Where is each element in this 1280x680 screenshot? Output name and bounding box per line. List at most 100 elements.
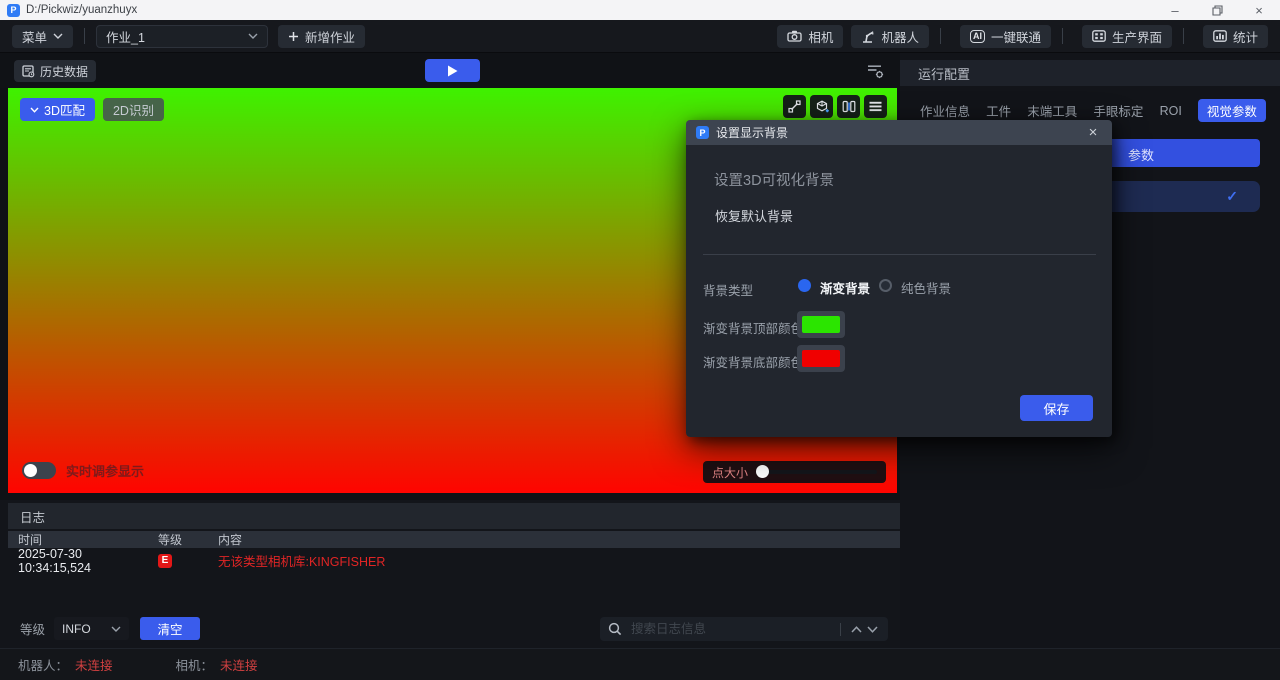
dialog-body: 设置3D可视化背景 恢复默认背景 背景类型 渐变背景 纯色背景 渐变背景顶部颜色… — [686, 145, 1112, 437]
chevron-up-icon — [851, 626, 862, 633]
menu-lines-icon — [869, 101, 882, 112]
point-size-control: 点大小 — [703, 461, 886, 483]
search-next-button[interactable] — [864, 621, 880, 637]
chevron-down-icon — [111, 626, 121, 632]
chevron-down-icon — [867, 626, 878, 633]
slider-knob[interactable] — [756, 465, 769, 478]
save-button[interactable]: 保存 — [1020, 395, 1093, 421]
realtime-toggle[interactable] — [22, 462, 56, 479]
log-column-header: 时间 等级 内容 — [8, 531, 900, 548]
col-header-time: 时间 — [8, 531, 158, 548]
gradient-bottom-color-picker[interactable] — [797, 345, 845, 372]
tab-vision-params[interactable]: 视觉参数 — [1198, 99, 1266, 122]
tab-roi[interactable]: ROI — [1160, 104, 1182, 118]
pointcloud-add-button[interactable] — [810, 95, 833, 118]
menu-label: 菜单 — [22, 27, 47, 46]
window-controls: – × — [1154, 0, 1280, 20]
toolbar-divider — [1183, 28, 1184, 44]
search-prev-button[interactable] — [848, 621, 864, 637]
col-header-level: 等级 — [158, 531, 218, 548]
dialog-divider — [703, 254, 1096, 255]
chevron-down-icon — [53, 33, 63, 39]
log-row[interactable]: 2025-07-30 10:34:15,524 E 无该类型相机库:KINGFI… — [8, 550, 900, 571]
radio-gradient-label[interactable]: 渐变背景 — [820, 278, 870, 297]
tab-hand-eye-calibration[interactable]: 手眼标定 — [1093, 101, 1143, 120]
app-logo-icon: P — [7, 4, 20, 17]
close-icon[interactable]: × — [1238, 0, 1280, 20]
radio-gradient-bg[interactable] — [798, 279, 811, 292]
restore-default-button[interactable]: 恢复默认背景 — [715, 206, 793, 225]
window-titlebar: P D:/Pickwiz/yuanzhuyx – × — [0, 0, 1280, 20]
dialog-header[interactable]: P 设置显示背景 × — [686, 120, 1112, 145]
ai-connect-label: 一键联通 — [991, 27, 1041, 46]
level-label: 等级 — [20, 619, 45, 638]
robot-status-value: 未连接 — [75, 655, 113, 674]
config-tabs: 作业信息 工件 末端工具 手眼标定 ROI 视觉参数 — [920, 99, 1266, 122]
check-icon: ✓ — [1226, 188, 1238, 205]
run-button[interactable] — [425, 59, 480, 82]
robot-arm-icon — [861, 30, 875, 43]
run-config-title: 运行配置 — [918, 64, 970, 83]
gradient-top-color-picker[interactable] — [797, 311, 845, 338]
statistics-button[interactable]: 统计 — [1203, 25, 1268, 48]
menu-button[interactable]: 菜单 — [12, 25, 73, 48]
tab-2d-recognition[interactable]: 2D识别 — [103, 98, 164, 121]
viewport-topbar: 历史数据 — [0, 53, 900, 88]
point-size-label: 点大小 — [712, 464, 748, 481]
bg-type-label: 背景类型 — [703, 280, 753, 299]
add-job-button[interactable]: 新增作业 — [278, 25, 365, 48]
radio-solid-bg[interactable] — [879, 279, 892, 292]
robot-button[interactable]: 机器人 — [851, 25, 929, 48]
minimize-icon[interactable]: – — [1154, 0, 1196, 20]
chevron-down-icon — [248, 33, 258, 39]
list-settings-icon — [867, 64, 884, 79]
ai-icon: AI — [970, 30, 985, 43]
radio-solid-label[interactable]: 纯色背景 — [901, 278, 951, 297]
log-search-input[interactable] — [631, 622, 833, 636]
add-job-label: 新增作业 — [305, 27, 355, 46]
search-icon — [608, 622, 622, 636]
compare-icon — [842, 100, 856, 113]
job-select-value: 作业_1 — [106, 27, 145, 46]
params-button-label: 参数 — [1128, 145, 1154, 164]
tab-3d-match[interactable]: 3D匹配 — [20, 98, 95, 121]
toolbar-divider — [940, 28, 941, 44]
restore-icon[interactable] — [1196, 0, 1238, 20]
chevron-down-icon — [30, 107, 39, 113]
viewport-menu-button[interactable] — [864, 95, 887, 118]
ai-connect-button[interactable]: AI 一键联通 — [960, 25, 1051, 48]
tab-job-info[interactable]: 作业信息 — [920, 101, 970, 120]
log-search-box — [600, 617, 888, 641]
log-level-value: INFO — [62, 622, 91, 636]
tab-workpiece[interactable]: 工件 — [986, 101, 1011, 120]
viewport-tool-buttons — [783, 95, 887, 118]
job-select[interactable]: 作业_1 — [96, 25, 268, 48]
gradient-bottom-color-swatch — [802, 350, 840, 367]
log-level-select[interactable]: INFO — [54, 617, 129, 640]
clear-log-button[interactable]: 清空 — [140, 617, 200, 640]
history-data-button[interactable]: 历史数据 — [14, 60, 96, 82]
bar-chart-icon — [1213, 30, 1227, 42]
view-settings-button[interactable] — [862, 60, 888, 82]
plus-icon — [288, 31, 299, 42]
measure-icon — [788, 100, 801, 113]
log-message: 无该类型相机库:KINGFISHER — [218, 551, 900, 570]
toolbar-divider — [84, 28, 85, 44]
log-title-bar: 日志 — [8, 503, 900, 529]
production-ui-button[interactable]: 生产界面 — [1082, 25, 1172, 48]
close-icon[interactable]: × — [1084, 124, 1102, 142]
measure-tool-button[interactable] — [783, 95, 806, 118]
production-ui-label: 生产界面 — [1112, 27, 1162, 46]
tab-end-tool[interactable]: 末端工具 — [1027, 101, 1077, 120]
robot-status-label: 机器人： — [18, 655, 68, 674]
dialog-title: 设置显示背景 — [716, 124, 788, 141]
log-title: 日志 — [20, 507, 45, 526]
camera-button[interactable]: 相机 — [777, 25, 843, 48]
tab-2d-recognition-label: 2D识别 — [113, 100, 154, 119]
point-size-slider[interactable] — [756, 470, 877, 474]
status-bar: 机器人： 未连接 相机： 未连接 — [0, 648, 1280, 680]
log-panel: 日志 时间 等级 内容 2025-07-30 10:34:15,524 E 无该… — [0, 500, 900, 648]
camera-status-label: 相机： — [176, 655, 214, 674]
statistics-label: 统计 — [1233, 27, 1258, 46]
compare-view-button[interactable] — [837, 95, 860, 118]
